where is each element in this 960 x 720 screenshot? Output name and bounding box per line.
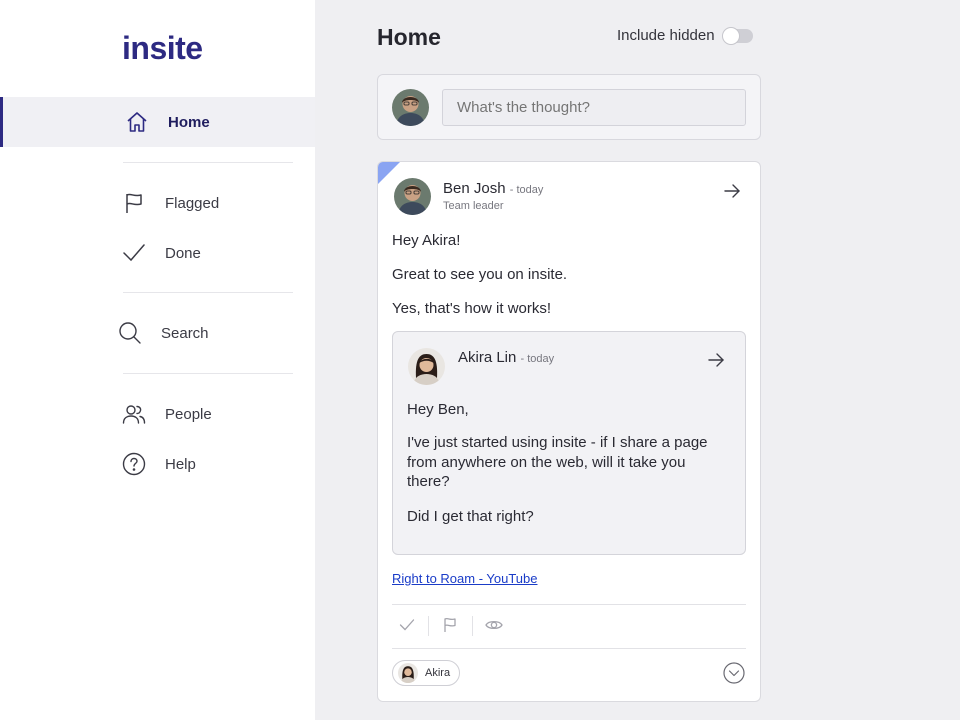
author-name: Ben Josh [443,180,506,197]
sidebar-item-label: Help [165,455,196,473]
post-line: Hey Akira! [392,232,461,249]
divider [392,648,746,649]
quoted-line: Hey Ben, [407,401,469,418]
action-separator [472,616,473,636]
open-quoted-button[interactable] [705,349,727,371]
post-card: Ben Josh - today Team leader Hey Akira! … [377,161,761,702]
eye-icon [485,620,503,630]
post-time: - today [509,184,544,196]
flag-icon [122,191,146,215]
sidebar-item-flagged[interactable]: Flagged [0,178,315,228]
post-time: - today [520,353,555,365]
arrow-right-icon [724,184,740,198]
include-hidden-toggle[interactable] [721,26,753,45]
recipient-chip[interactable]: Akira [392,660,461,686]
home-icon [125,110,149,134]
author-name: Akira Lin [458,349,517,366]
check-icon [122,241,146,265]
check-icon [399,619,415,631]
sidebar-divider [123,292,293,293]
sidebar-item-help[interactable]: Help [0,439,315,489]
divider [392,604,746,605]
sidebar-item-label: Flagged [165,194,220,212]
recipient-name: Akira [425,667,451,679]
sidebar-item-home[interactable]: Home [0,97,315,147]
sidebar-item-label: Search [161,324,209,342]
post-line: Yes, that's how it works! [392,300,552,317]
shared-link[interactable]: Right to Roam - YouTube [392,571,538,586]
hide-button[interactable] [483,614,505,636]
unread-marker [378,162,400,184]
sidebar-item-label: People [165,405,212,423]
expand-button[interactable] [723,662,745,684]
chevron-down-icon [723,662,745,684]
sidebar-item-done[interactable]: Done [0,228,315,278]
sidebar-divider [123,162,293,163]
sidebar: insite Home Flagged Done Search People H… [0,0,315,720]
sidebar-item-people[interactable]: People [0,389,315,439]
include-hidden-control: Include hidden [617,26,753,45]
sidebar-item-label: Home [168,113,210,131]
page-title: Home [377,24,441,50]
avatar [408,348,445,385]
people-icon [122,402,146,426]
arrow-right-icon [708,353,724,367]
quoted-line: I've just started using insite - if I sh… [407,434,708,490]
toggle-knob [721,26,740,45]
author-role: Team leader [443,200,504,212]
post-line: Great to see you on insite. [392,266,568,283]
sidebar-item-search[interactable]: Search [0,308,315,358]
search-icon [118,321,142,345]
quoted-author: Akira Lin - today [458,349,554,366]
quoted-line: Did I get that right? [407,508,534,525]
sidebar-divider [123,373,293,374]
help-icon [122,452,146,476]
post-author: Ben Josh - today [443,180,543,197]
quoted-post: Akira Lin - today Hey Ben, I've just sta… [392,331,746,555]
sidebar-item-label: Done [165,244,201,262]
avatar [398,663,418,683]
mark-done-button[interactable] [396,614,418,636]
include-hidden-label: Include hidden [617,27,715,44]
compose-box [377,74,761,140]
open-post-button[interactable] [721,180,743,202]
flag-button[interactable] [439,614,461,636]
compose-input[interactable] [442,89,746,126]
app-logo[interactable]: insite [122,30,203,67]
main-content: Home Include hidden Ben Josh - today Tea… [315,0,960,720]
avatar [392,89,429,126]
action-separator [428,616,429,636]
avatar [394,178,431,215]
flag-icon [444,617,456,632]
